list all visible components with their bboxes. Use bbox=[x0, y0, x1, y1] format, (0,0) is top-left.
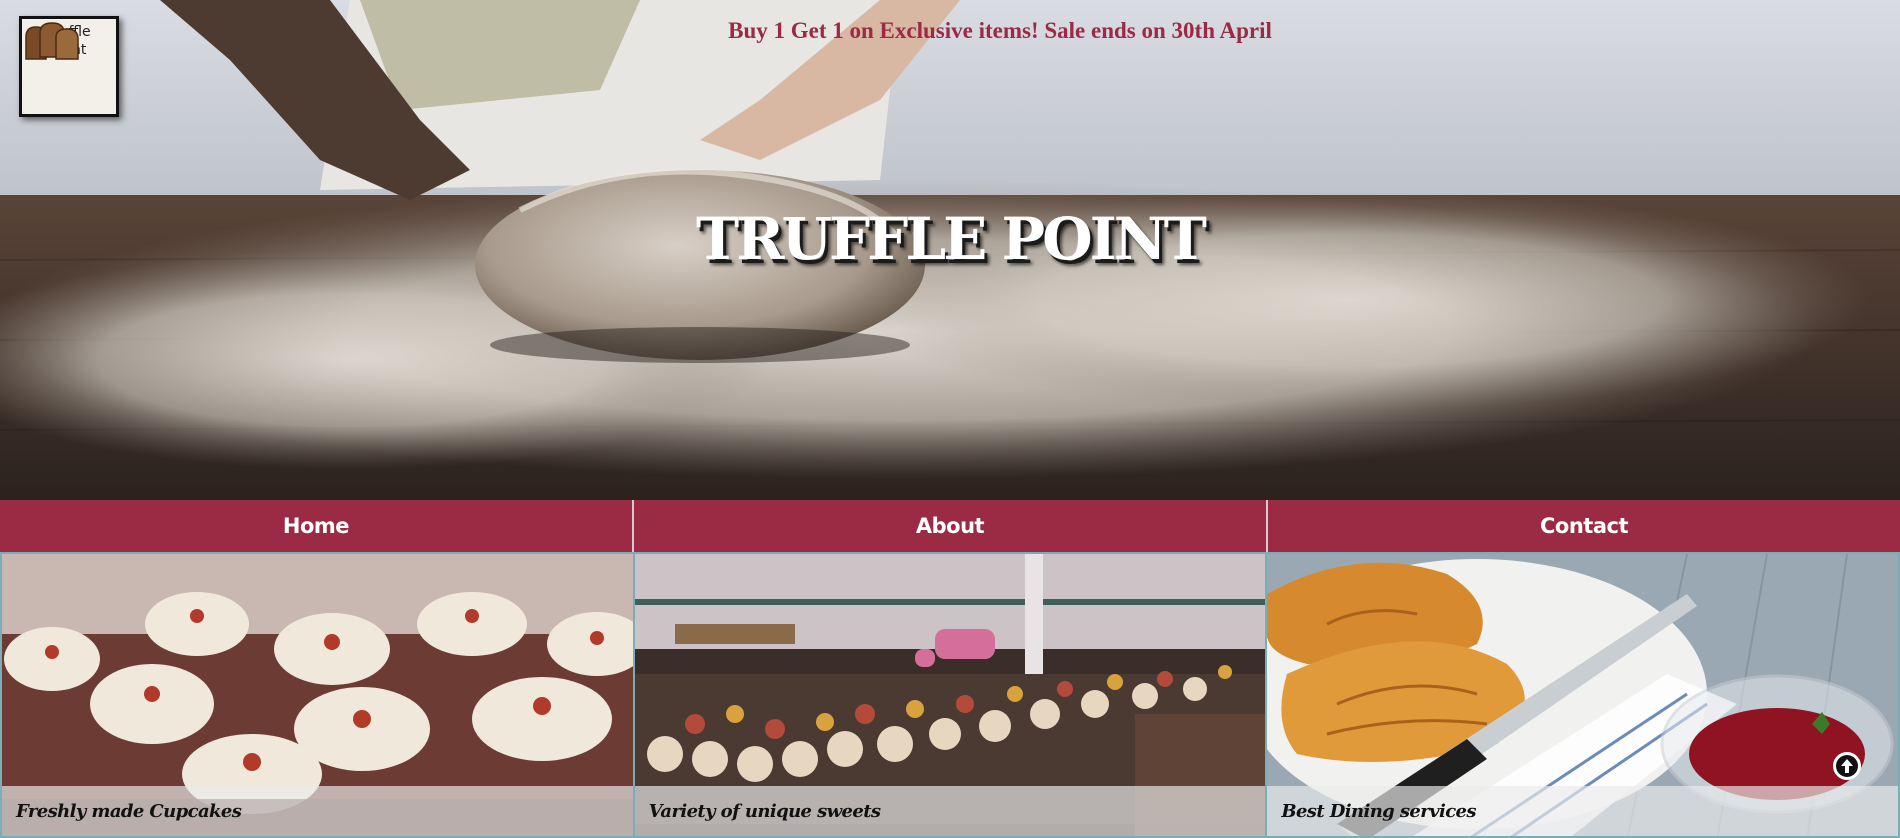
card-dining[interactable]: Best Dining services bbox=[1267, 552, 1900, 838]
card-sweets[interactable]: Variety of unique sweets bbox=[634, 552, 1268, 838]
arrow-circle-up-icon bbox=[1836, 755, 1858, 777]
nav-about[interactable]: About bbox=[634, 500, 1268, 552]
card-caption: Variety of unique sweets bbox=[634, 786, 1266, 836]
card-cupcakes[interactable]: Freshly made Cupcakes bbox=[0, 552, 635, 838]
nav-contact[interactable]: Contact bbox=[1268, 500, 1900, 552]
feature-cards: Freshly made Cupcakes Variety of unique … bbox=[0, 552, 1900, 838]
bread-loaf-icon bbox=[25, 22, 79, 60]
hero-title: TRUFFLE POINT bbox=[696, 205, 1207, 273]
logo[interactable]: Truffle Point bbox=[19, 16, 119, 117]
nav-home[interactable]: Home bbox=[0, 500, 634, 552]
card-caption: Freshly made Cupcakes bbox=[2, 786, 633, 836]
card-caption: Best Dining services bbox=[1267, 786, 1899, 836]
promo-banner-text: Buy 1 Get 1 on Exclusive items! Sale end… bbox=[728, 18, 1272, 43]
hero-banner: Truffle Point Buy 1 Get 1 on Exclusive i… bbox=[0, 0, 1900, 500]
main-nav: Home About Contact bbox=[0, 500, 1900, 552]
scroll-to-top-button[interactable] bbox=[1833, 752, 1861, 780]
